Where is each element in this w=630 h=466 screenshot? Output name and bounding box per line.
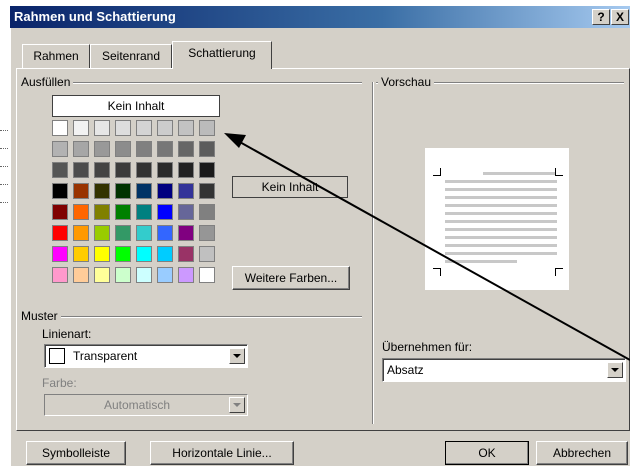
tab-schattierung[interactable]: Schattierung: [172, 41, 272, 69]
annotation-arrow: [224, 133, 630, 361]
arrow-head: [224, 133, 246, 148]
arrow-line: [237, 140, 630, 361]
